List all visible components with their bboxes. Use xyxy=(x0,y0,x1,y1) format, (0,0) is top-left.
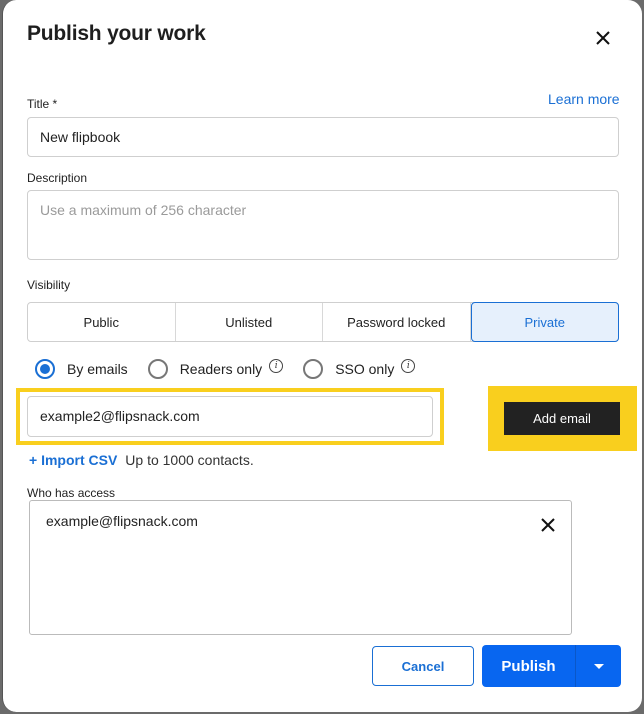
radio-by-emails[interactable]: By emails xyxy=(35,359,128,379)
description-label: Description xyxy=(27,171,88,185)
remove-email-button[interactable] xyxy=(541,518,555,532)
info-icon[interactable]: i xyxy=(401,359,416,373)
radio-label: Readers only xyxy=(179,361,263,377)
radio-label: SSO only xyxy=(335,361,395,377)
email-input[interactable]: example2@flipsnack.com xyxy=(27,396,433,437)
import-csv-link[interactable]: + Import CSV xyxy=(29,452,117,468)
publish-button[interactable]: Publish xyxy=(482,645,576,687)
import-row: + Import CSV Up to 1000 contacts. xyxy=(29,452,254,468)
who-has-access-label: Who has access xyxy=(27,486,116,500)
publish-options-dropdown[interactable] xyxy=(576,645,621,687)
access-list-item: example@flipsnack.com xyxy=(46,513,198,529)
radio-unchecked-icon[interactable] xyxy=(303,359,324,379)
visibility-unlisted[interactable]: Unlisted xyxy=(175,303,323,341)
publish-dialog: Publish your work Title * Learn more New… xyxy=(2,0,642,712)
private-mode-radio-group: By emails Readers only i SSO only i xyxy=(35,358,435,380)
cancel-button[interactable]: Cancel xyxy=(372,646,474,686)
import-note: Up to 1000 contacts. xyxy=(125,452,254,468)
radio-unchecked-icon[interactable] xyxy=(147,359,168,379)
visibility-password-locked[interactable]: Password locked xyxy=(323,303,471,341)
radio-readers-only[interactable]: Readers only i xyxy=(147,359,284,379)
caret-down-icon xyxy=(593,663,604,669)
close-icon xyxy=(596,31,610,45)
title-input[interactable]: New flipbook xyxy=(27,117,619,157)
info-icon[interactable]: i xyxy=(269,359,284,373)
radio-sso-only[interactable]: SSO only i xyxy=(303,359,416,379)
radio-checked-icon[interactable] xyxy=(35,359,55,379)
close-icon xyxy=(541,518,555,532)
description-input[interactable]: Use a maximum of 256 character xyxy=(27,190,619,260)
learn-more-link[interactable]: Learn more xyxy=(548,91,620,107)
add-email-button[interactable]: Add email xyxy=(504,402,620,435)
publish-split-button: Publish xyxy=(482,645,621,687)
access-list: example@flipsnack.com xyxy=(29,500,572,635)
close-button[interactable] xyxy=(592,27,614,49)
visibility-private[interactable]: Private xyxy=(470,302,619,342)
visibility-label: Visibility xyxy=(27,278,71,292)
visibility-public[interactable]: Public xyxy=(28,303,176,341)
dialog-title: Publish your work xyxy=(27,22,206,45)
title-label: Title * xyxy=(27,97,58,111)
visibility-segmented-control: Public Unlisted Password locked Private xyxy=(27,302,619,342)
radio-label: By emails xyxy=(67,361,128,377)
